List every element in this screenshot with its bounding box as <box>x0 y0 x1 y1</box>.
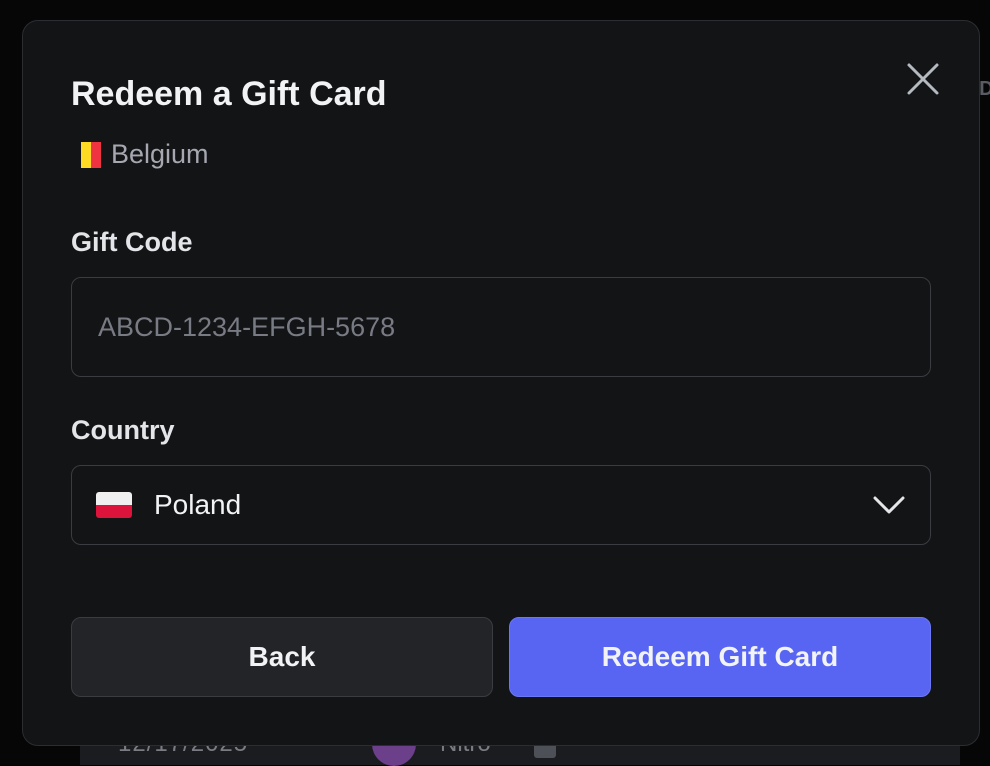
flag-belgium-icon <box>81 141 101 168</box>
chevron-down-icon <box>873 496 905 514</box>
gift-code-input[interactable] <box>71 277 931 377</box>
modal-title: Redeem a Gift Card <box>71 75 387 113</box>
flag-poland-icon <box>96 492 132 518</box>
current-country-label: Belgium <box>111 139 209 169</box>
current-country: Belgium <box>81 139 209 170</box>
close-button[interactable] <box>903 59 943 99</box>
country-select[interactable]: Poland <box>71 465 931 545</box>
back-button[interactable]: Back <box>71 617 493 697</box>
gift-code-label: Gift Code <box>71 227 193 257</box>
close-icon <box>907 63 939 95</box>
country-label: Country <box>71 415 175 445</box>
country-select-value: Poland <box>154 489 242 520</box>
redeem-gift-card-modal: Redeem a Gift Card Belgium Gift Code Cou… <box>22 20 980 746</box>
redeem-gift-card-button[interactable]: Redeem Gift Card <box>509 617 931 697</box>
